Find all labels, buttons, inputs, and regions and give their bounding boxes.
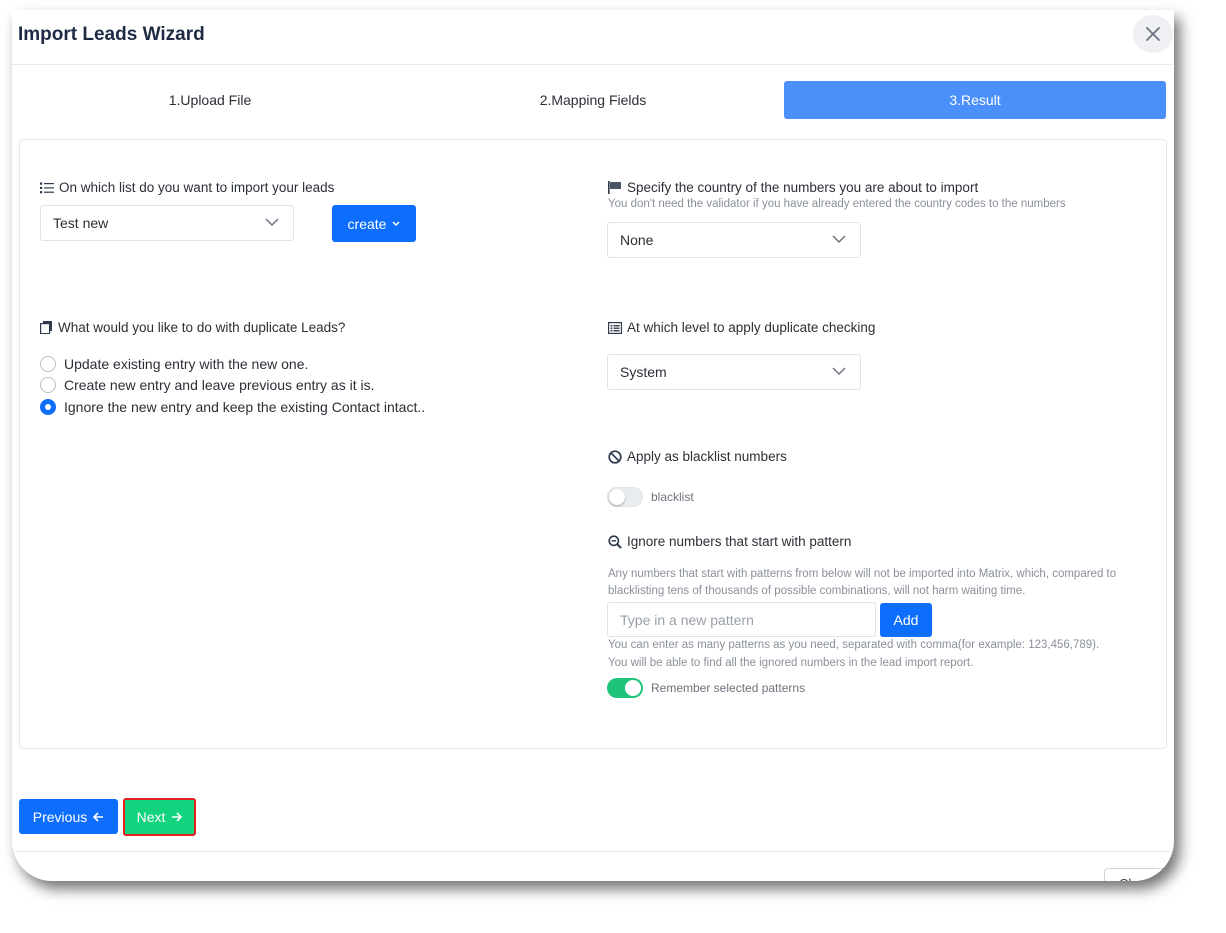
level-label: At which level to apply duplicate checki… bbox=[608, 320, 875, 335]
flag-icon bbox=[608, 181, 621, 194]
create-label: create bbox=[347, 215, 387, 232]
duplicate-option-update[interactable]: Update existing entry with the new one. bbox=[40, 356, 308, 372]
country-hint: You don't need the validator if you have… bbox=[608, 198, 1066, 210]
chevron-down-icon bbox=[392, 220, 400, 226]
country-select-value: None bbox=[620, 232, 654, 248]
step-mapping-fields[interactable]: 2.Mapping Fields bbox=[402, 81, 784, 119]
list-select-value: Test new bbox=[53, 215, 109, 231]
remember-patterns-label: Remember selected patterns bbox=[651, 681, 806, 695]
list-label-text: On which list do you want to import your… bbox=[59, 180, 335, 195]
chevron-down-icon bbox=[832, 367, 846, 376]
blacklist-label-text: Apply as blacklist numbers bbox=[627, 449, 787, 464]
toggle-knob bbox=[625, 680, 641, 696]
list-alt-icon bbox=[608, 321, 622, 334]
pattern-hint-2: blacklisting tens of thousands of possib… bbox=[608, 585, 1026, 597]
list-select[interactable]: Test new bbox=[40, 205, 294, 241]
close-footer-button[interactable]: Cl bbox=[1104, 868, 1174, 881]
next-label: Next bbox=[136, 809, 166, 825]
toggle-knob bbox=[609, 489, 625, 505]
duplicates-label-text: What would you like to do with duplicate… bbox=[58, 320, 346, 335]
footer-divider bbox=[12, 851, 1174, 852]
radio-update[interactable] bbox=[40, 356, 56, 372]
result-panel: On which list do you want to import your… bbox=[19, 139, 1167, 749]
import-leads-modal: Import Leads Wizard 1.Upload File 2.Mapp… bbox=[12, 10, 1174, 881]
search-minus-icon bbox=[608, 534, 622, 549]
level-select[interactable]: System bbox=[607, 354, 861, 390]
modal-header: Import Leads Wizard bbox=[12, 10, 1174, 65]
pattern-label-text: Ignore numbers that start with pattern bbox=[627, 534, 852, 549]
radio-ignore[interactable] bbox=[40, 399, 56, 415]
duplicate-option-create[interactable]: Create new entry and leave previous entr… bbox=[40, 377, 375, 393]
pattern-input[interactable] bbox=[607, 602, 876, 637]
close-button[interactable] bbox=[1133, 15, 1173, 53]
pattern-hint-1: Any numbers that start with patterns fro… bbox=[608, 568, 1117, 580]
blacklist-label: Apply as blacklist numbers bbox=[608, 449, 787, 464]
option-create-label: Create new entry and leave previous entr… bbox=[64, 377, 375, 393]
modal-title: Import Leads Wizard bbox=[18, 24, 205, 45]
duplicates-label: What would you like to do with duplicate… bbox=[40, 320, 345, 335]
step-result[interactable]: 3.Result bbox=[784, 81, 1166, 119]
radio-create[interactable] bbox=[40, 377, 56, 393]
pattern-note-2: You will be able to find all the ignored… bbox=[608, 657, 974, 669]
list-label: On which list do you want to import your… bbox=[40, 180, 334, 195]
remember-patterns-toggle[interactable] bbox=[607, 678, 643, 698]
create-list-button[interactable]: create bbox=[332, 205, 416, 242]
duplicate-option-ignore[interactable]: Ignore the new entry and keep the existi… bbox=[40, 399, 425, 415]
country-label: Specify the country of the numbers you a… bbox=[608, 180, 978, 195]
option-update-label: Update existing entry with the new one. bbox=[64, 356, 309, 372]
country-select[interactable]: None bbox=[607, 222, 861, 258]
copy-icon bbox=[40, 321, 52, 334]
blacklist-toggle[interactable] bbox=[607, 487, 643, 507]
wizard-steps: 1.Upload File 2.Mapping Fields 3.Result bbox=[19, 81, 1167, 119]
previous-button[interactable]: Previous bbox=[19, 799, 118, 834]
pattern-label: Ignore numbers that start with pattern bbox=[608, 534, 851, 549]
ban-icon bbox=[608, 449, 622, 464]
level-label-text: At which level to apply duplicate checki… bbox=[627, 320, 876, 335]
blacklist-toggle-label: blacklist bbox=[651, 490, 694, 504]
step-upload-file[interactable]: 1.Upload File bbox=[19, 81, 401, 119]
arrow-left-icon bbox=[93, 811, 104, 822]
list-icon bbox=[40, 182, 54, 193]
pattern-note-1: You can enter as many patterns as you ne… bbox=[608, 639, 1100, 651]
add-pattern-button[interactable]: Add bbox=[880, 603, 932, 637]
option-ignore-label: Ignore the new entry and keep the existi… bbox=[64, 399, 426, 415]
level-select-value: System bbox=[620, 364, 667, 380]
country-label-text: Specify the country of the numbers you a… bbox=[627, 180, 979, 195]
next-button[interactable]: Next bbox=[123, 798, 196, 836]
close-icon bbox=[1146, 27, 1160, 41]
previous-label: Previous bbox=[32, 808, 88, 825]
chevron-down-icon bbox=[832, 235, 846, 244]
arrow-right-icon bbox=[172, 812, 183, 822]
chevron-down-icon bbox=[265, 218, 279, 227]
